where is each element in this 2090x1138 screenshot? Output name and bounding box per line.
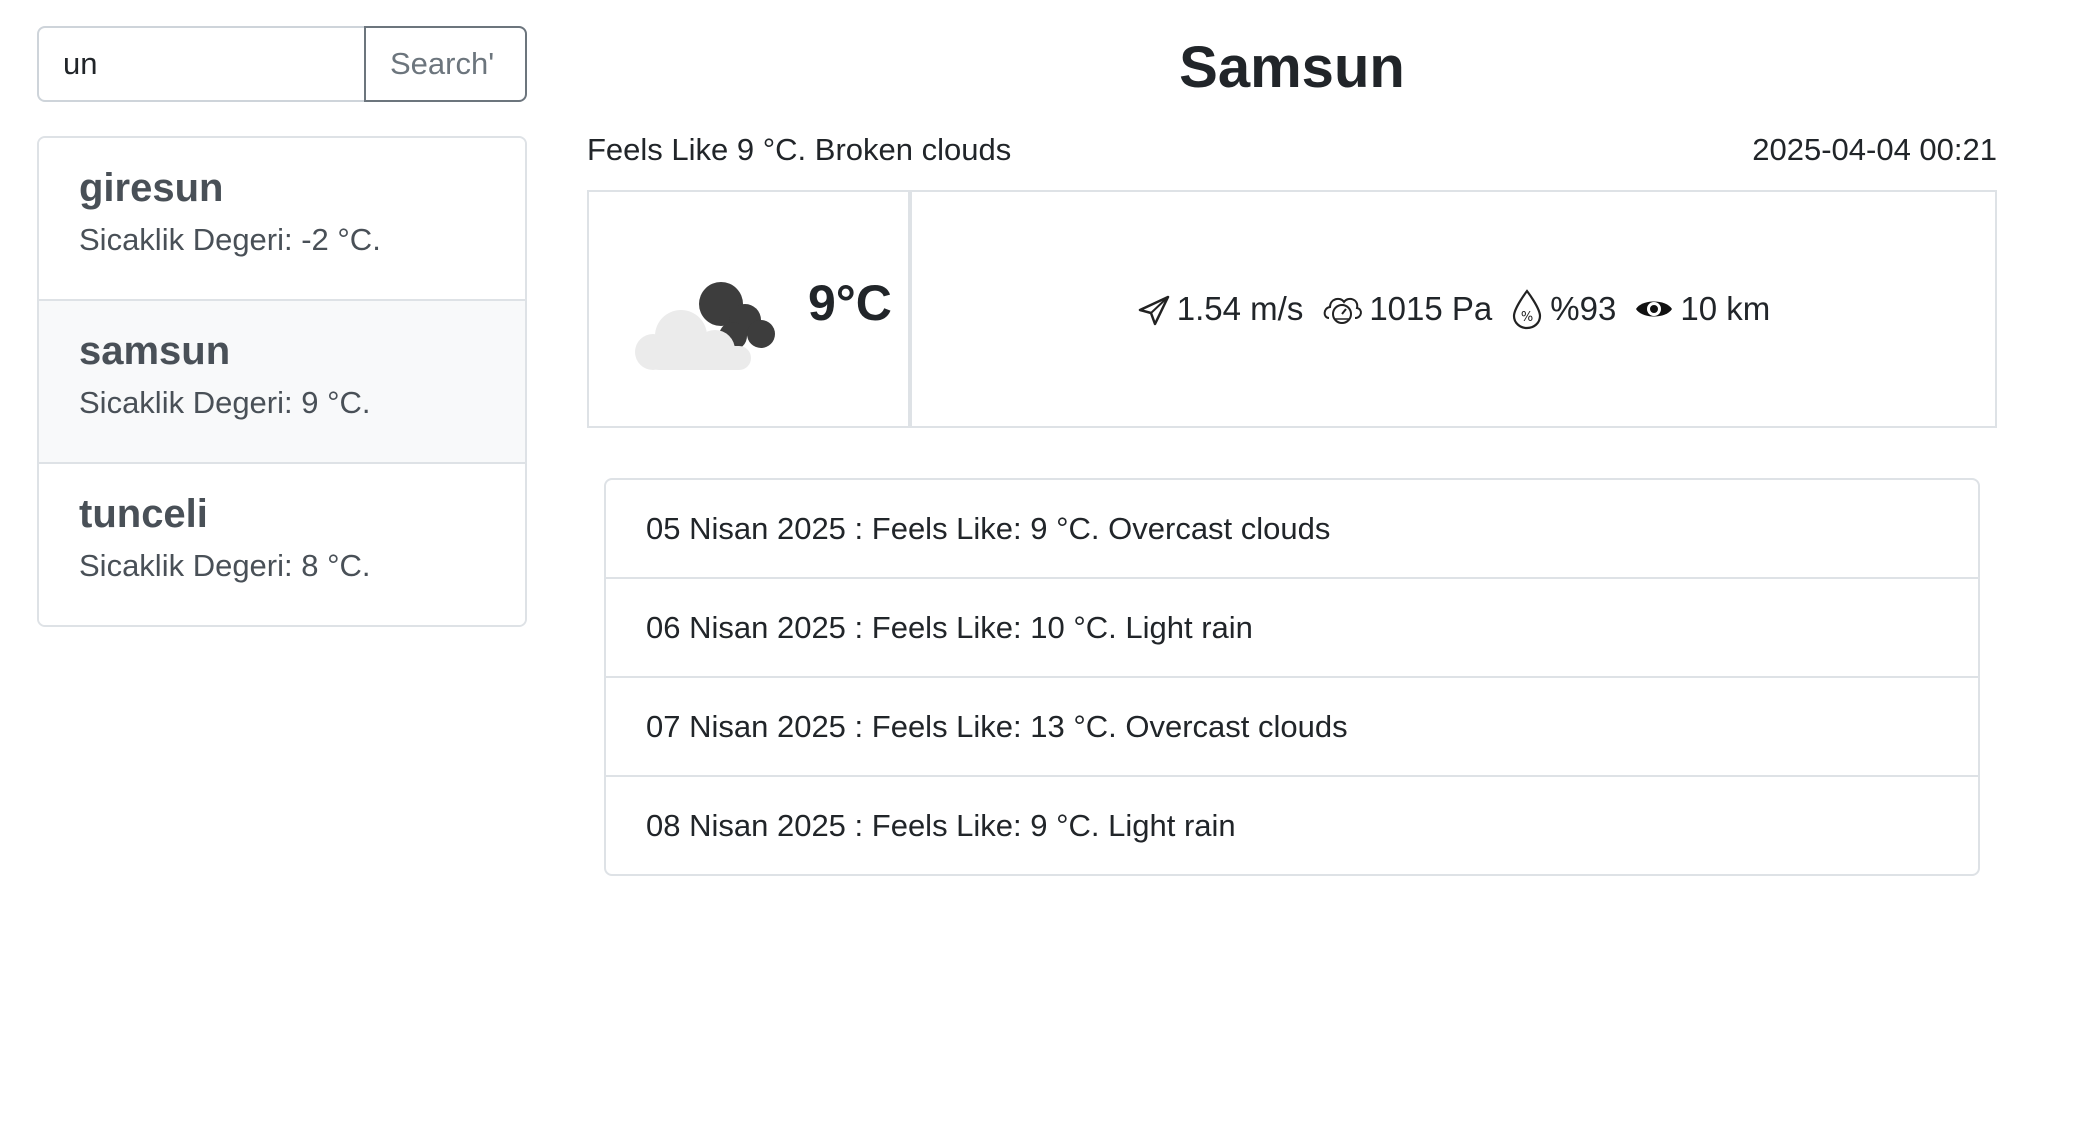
city-item-samsun[interactable]: samsun Sicaklik Degeri: 9 °C. bbox=[39, 301, 525, 464]
current-weather-card: 9°C 1.54 m/s 1015 Pa % %93 10 km bbox=[587, 190, 1997, 428]
svg-text:%: % bbox=[1521, 310, 1533, 325]
search-input[interactable] bbox=[37, 26, 364, 102]
search-group: Search' bbox=[37, 26, 527, 102]
wind-direction-icon bbox=[1138, 295, 1170, 326]
forecast-item: 08 Nisan 2025 : Feels Like: 9 °C. Light … bbox=[646, 807, 1236, 843]
page-title: Samsun bbox=[1179, 35, 1405, 100]
forecast-item: 05 Nisan 2025 : Feels Like: 9 °C. Overca… bbox=[606, 480, 1978, 579]
search-button[interactable]: Search' bbox=[364, 26, 527, 102]
city-name: samsun bbox=[79, 329, 231, 373]
city-temperature: Sicaklik Degeri: 9 °C. bbox=[79, 385, 371, 420]
current-datetime: 2025-04-04 00:21 bbox=[1752, 132, 1997, 167]
city-name: tunceli bbox=[79, 492, 208, 536]
city-name: giresun bbox=[79, 166, 224, 210]
forecast-list: 05 Nisan 2025 : Feels Like: 9 °C. Overca… bbox=[604, 478, 1980, 876]
broken-clouds-icon bbox=[635, 282, 775, 370]
visibility-stat: 10 km bbox=[1634, 290, 1770, 328]
city-temperature: Sicaklik Degeri: -2 °C. bbox=[79, 222, 381, 257]
wind-speed: 1.54 m/s bbox=[1176, 290, 1304, 327]
forecast-item: 06 Nisan 2025 : Feels Like: 10 °C. Light… bbox=[606, 579, 1978, 678]
city-list: giresun Sicaklik Degeri: -2 °C. samsun S… bbox=[37, 136, 527, 627]
eye-icon bbox=[1636, 301, 1673, 317]
sidebar: Search' giresun Sicaklik Degeri: -2 °C. … bbox=[37, 26, 527, 627]
current-weather-stats: 1.54 m/s 1015 Pa % %93 10 km bbox=[912, 192, 1995, 426]
city-item-tunceli[interactable]: tunceli Sicaklik Degeri: 8 °C. bbox=[39, 464, 525, 625]
pressure-stat: 1015 Pa bbox=[1321, 290, 1492, 328]
pressure-value: 1015 Pa bbox=[1369, 290, 1493, 327]
humidity-value: %93 bbox=[1550, 290, 1617, 327]
pressure-gauge-icon bbox=[1323, 297, 1363, 324]
city-temperature: Sicaklik Degeri: 8 °C. bbox=[79, 548, 371, 583]
humidity-stat: % %93 bbox=[1510, 288, 1616, 330]
city-item-giresun[interactable]: giresun Sicaklik Degeri: -2 °C. bbox=[39, 138, 525, 301]
forecast-item: 07 Nisan 2025 : Feels Like: 13 °C. Overc… bbox=[606, 678, 1978, 777]
current-description: Feels Like 9 °C. Broken clouds bbox=[587, 132, 1012, 167]
humidity-drop-icon: % bbox=[1513, 289, 1542, 330]
current-weather-main: 9°C bbox=[589, 192, 912, 426]
visibility-value: 10 km bbox=[1680, 290, 1771, 327]
wind-stat: 1.54 m/s bbox=[1137, 290, 1304, 328]
current-temperature: 9°C bbox=[808, 275, 892, 331]
